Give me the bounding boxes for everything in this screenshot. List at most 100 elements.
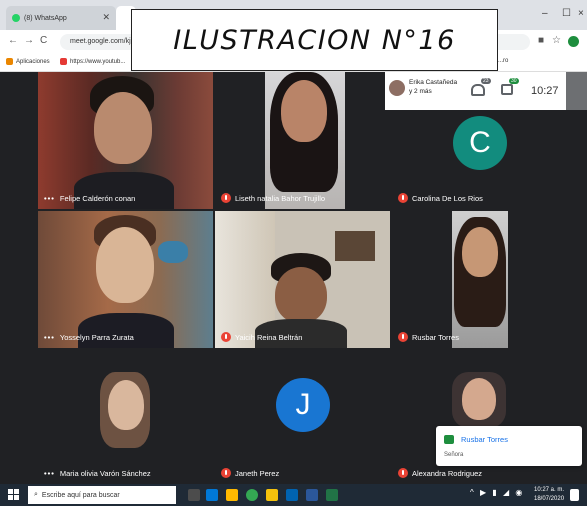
participant-name: Maria olivia Varón Sánchez [59, 469, 151, 478]
chat-icon[interactable] [501, 84, 513, 95]
avatar: C [453, 116, 507, 170]
participant-name: Liseth natalia Bahor Trujillo [235, 193, 326, 203]
participant-body [78, 313, 174, 348]
chat-sender: Rusbar Torres [461, 435, 508, 444]
bookmark-youtube[interactable]: https://www.youtub... [60, 58, 125, 65]
participant-name: Alexandra Rodriguez [412, 468, 483, 478]
participant-tile[interactable]: Liseth natalia Bahor Trujillo [215, 72, 390, 209]
whatsapp-icon [12, 14, 20, 22]
bookmark-apps[interactable]: Aplicaciones [6, 58, 50, 65]
people-icon[interactable] [471, 84, 485, 96]
chat-message: Señora [444, 452, 464, 458]
maximize-button[interactable]: ☐ [562, 8, 571, 19]
participant-tile[interactable]: ••• Felipe Calderón conan [38, 72, 213, 209]
participant-name-label: Alexandra Rodriguez [398, 468, 482, 478]
bookmark-label: https://www.youtub... [70, 58, 126, 65]
close-window-button[interactable]: × [578, 8, 584, 19]
participant-name-label: Rusbar Torres [398, 332, 459, 342]
apps-icon [6, 58, 13, 65]
meet-top-bar: Erika Castañeda y 2 más 23 30 10:27 [385, 72, 587, 110]
star-icon[interactable]: ☆ [552, 35, 561, 46]
participant-tile[interactable]: J Janeth Perez [215, 350, 390, 484]
participant-face [462, 378, 496, 420]
edge-icon[interactable] [206, 489, 218, 501]
participant-name-label: Janeth Perez [221, 468, 279, 478]
mic-off-icon [221, 468, 231, 478]
illustration-title: ILUSTRACION N°16 [173, 24, 456, 56]
presenter-name: Erika Castañeda [409, 79, 458, 86]
more-options-icon[interactable]: ••• [44, 469, 55, 478]
participant-tile[interactable]: ••• Maria olivia Varón Sánchez [38, 350, 213, 484]
chat-count-badge: 30 [509, 78, 519, 84]
wall-picture [335, 231, 375, 261]
participant-name-label: Carolina De Los Rios [398, 193, 483, 203]
participant-name: Rusbar Torres [412, 332, 459, 342]
avatar: J [276, 378, 330, 432]
presenter-sub: y 2 más [409, 88, 432, 95]
presenter-avatar [389, 80, 405, 96]
word-icon[interactable] [306, 489, 318, 501]
participant-tile[interactable]: C Carolina De Los Rios [392, 110, 567, 209]
close-tab-icon[interactable]: ✕ [102, 12, 110, 23]
notifications-icon[interactable] [570, 489, 579, 501]
bookmark-label: Aplicaciones [16, 58, 50, 65]
tab-whatsapp[interactable]: (8) WhatsApp ✕ [6, 6, 116, 30]
bookmark-right[interactable]: ...ro [498, 58, 508, 64]
mic-off-icon [398, 332, 408, 342]
reload-icon[interactable]: C [40, 35, 47, 46]
tab-label: (8) WhatsApp [24, 14, 67, 22]
meet-clock: 10:27 [531, 85, 559, 97]
camera-icon[interactable]: ■ [538, 35, 544, 46]
task-view-icon[interactable] [188, 489, 200, 501]
windows-start-icon[interactable] [8, 489, 20, 501]
participant-name-label: Liseth natalia Bahor Trujillo [221, 193, 325, 203]
participant-name-label: ••• Maria olivia Varón Sánchez [44, 469, 151, 478]
participant-face [108, 380, 144, 430]
system-tray[interactable]: ^ ▶ ▮ ◢ ◉ [470, 488, 524, 497]
participant-name-label: ••• Yosselyn Parra Zurata [44, 333, 134, 342]
participant-face [275, 267, 327, 323]
minimize-button[interactable]: – [542, 8, 548, 19]
more-options-icon[interactable]: ••• [44, 333, 55, 342]
participant-name: Yosselyn Parra Zurata [59, 333, 134, 342]
chrome-icon[interactable] [246, 489, 258, 501]
excel-icon[interactable] [326, 489, 338, 501]
forward-icon[interactable]: → [24, 35, 34, 46]
presenter-info[interactable]: Erika Castañeda y 2 más [409, 78, 457, 96]
participant-name: Janeth Perez [235, 468, 280, 478]
participant-name-label: Yaicih Reina Beltrán [221, 332, 302, 342]
participant-tile[interactable]: Rusbar Torres [392, 211, 567, 348]
participant-tile[interactable]: ••• Yosselyn Parra Zurata [38, 211, 213, 348]
participant-name: Felipe Calderón conan [59, 194, 136, 203]
screenshot-frame: (8) WhatsApp ✕ – ☐ × ← → C meet.google.c… [0, 0, 587, 506]
profile-icon[interactable] [568, 36, 579, 47]
taskbar-search-input[interactable]: ⌕ Escribe aquí para buscar [28, 486, 176, 504]
mic-off-icon [398, 468, 408, 478]
back-icon[interactable]: ← [8, 35, 18, 46]
mic-off-icon [221, 193, 231, 203]
youtube-icon [60, 58, 67, 65]
store-icon[interactable] [286, 489, 298, 501]
more-options-icon[interactable]: ••• [44, 194, 55, 203]
chat-notification[interactable]: Rusbar Torres Señora [436, 426, 582, 466]
self-view-thumbnail[interactable] [566, 72, 587, 110]
taskbar-date: 18/07/2020 [534, 496, 565, 502]
decoration-bird [158, 241, 188, 263]
chat-icon [444, 435, 454, 444]
folder-icon[interactable] [266, 489, 278, 501]
participant-tile[interactable]: Yaicih Reina Beltrán [215, 211, 390, 348]
taskbar-time: 10:27 a. m. [534, 487, 565, 493]
mic-off-icon [221, 332, 231, 342]
participant-face [94, 92, 152, 164]
search-icon: ⌕ [34, 491, 38, 498]
participant-face [462, 227, 498, 277]
participant-name: Yaicih Reina Beltrán [235, 332, 303, 342]
mic-off-icon [398, 193, 408, 203]
search-placeholder: Escribe aquí para buscar [41, 491, 120, 499]
bookmark-label: ...ro [498, 58, 509, 64]
participant-body [74, 172, 174, 209]
windows-taskbar: ⌕ Escribe aquí para buscar ^ ▶ ▮ ◢ ◉ 10:… [0, 484, 587, 506]
participants-count: 23 [481, 78, 491, 84]
file-explorer-icon[interactable] [226, 489, 238, 501]
taskbar-clock[interactable]: 10:27 a. m. 18/07/2020 [534, 486, 564, 504]
